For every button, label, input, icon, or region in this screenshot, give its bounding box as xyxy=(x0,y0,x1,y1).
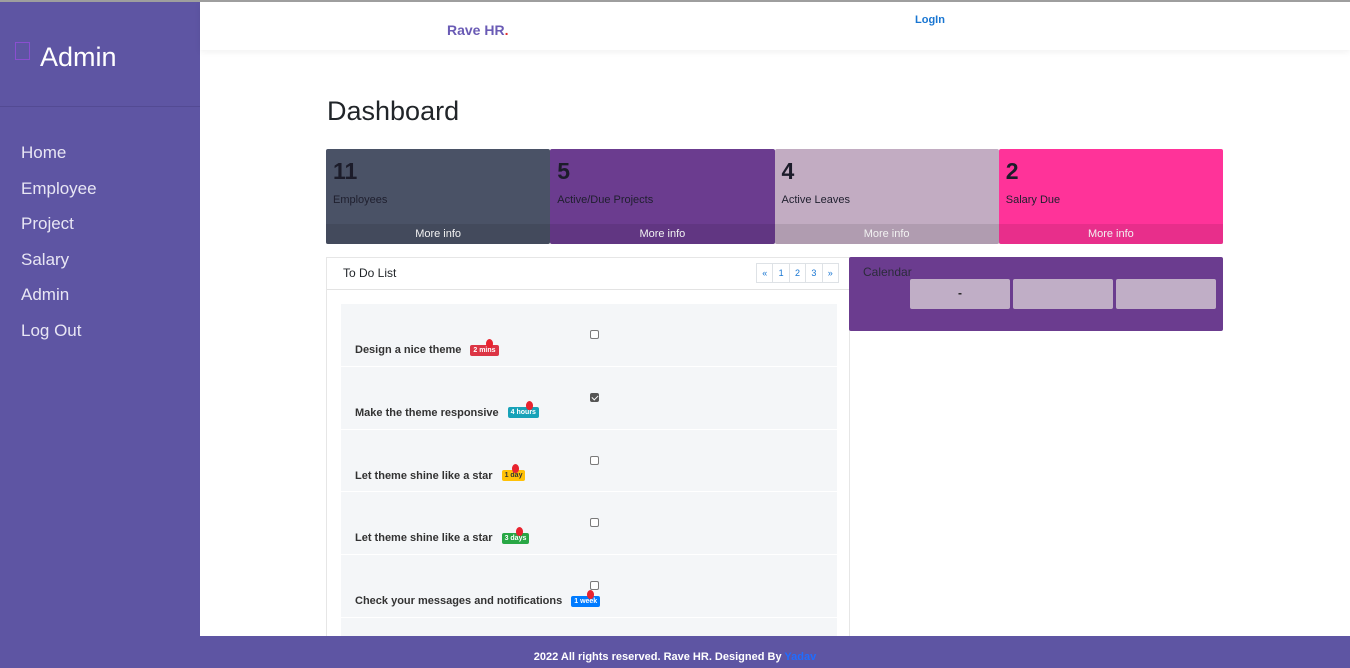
todo-text: Check your messages and notifications 1 w… xyxy=(355,589,601,608)
stat-box-leaves: 4 Active Leaves More info xyxy=(774,149,999,244)
pagination-prev[interactable]: « xyxy=(756,263,774,283)
sidebar-item-project[interactable]: Project xyxy=(0,210,200,246)
more-info-link[interactable]: More info xyxy=(326,224,551,244)
todo-checkbox[interactable] xyxy=(590,518,599,528)
todo-text-label: Make the theme responsive xyxy=(355,406,499,419)
stat-label: Active/Due Projects xyxy=(557,194,654,206)
top-header: Rave HR. LogIn xyxy=(200,2,1350,50)
todo-checkbox[interactable] xyxy=(590,455,599,465)
todo-text-label: Design a nice theme xyxy=(355,344,462,356)
stat-value: 11 xyxy=(333,158,358,184)
badge-label: 3 days xyxy=(504,534,527,542)
todo-item: Design a nice theme 2 mins xyxy=(341,304,837,367)
pagination-page-2[interactable]: 2 xyxy=(788,263,807,283)
todo-text: Let theme shine like a star 3 days xyxy=(355,526,530,545)
todo-header: To Do List « 1 2 3 » xyxy=(327,258,849,290)
pagination-page-1[interactable]: 1 xyxy=(772,263,790,283)
sidebar-item-logout[interactable]: Log Out xyxy=(0,317,200,353)
todo-list: Design a nice theme 2 mins Make the theme… xyxy=(341,304,837,668)
badge-label: 2 mins xyxy=(473,346,496,354)
calendar-button[interactable] xyxy=(1013,279,1113,309)
sidebar: Admin Home Employee Project Salary Admin… xyxy=(0,2,200,636)
pin-icon xyxy=(587,589,595,599)
sidebar-brand: Admin xyxy=(0,2,200,107)
pagination-page-3[interactable]: 3 xyxy=(805,263,823,283)
pagination: « 1 2 3 » xyxy=(756,263,839,283)
dashboard-icon xyxy=(15,42,30,60)
todo-checkbox[interactable] xyxy=(590,392,599,402)
calendar-button[interactable] xyxy=(1116,279,1216,309)
time-badge: 2 mins xyxy=(470,338,499,356)
time-badge: 1 week xyxy=(571,589,601,607)
todo-text-label: Let theme shine like a star xyxy=(355,469,493,482)
header-brand[interactable]: Rave HR. xyxy=(447,22,508,38)
todo-item: Check your messages and notifications 1 w… xyxy=(341,555,837,618)
pin-icon xyxy=(485,338,493,348)
login-link[interactable]: LogIn xyxy=(915,14,945,26)
stat-label: Salary Due xyxy=(1005,194,1061,206)
todo-text: Make the theme responsive 4 hours xyxy=(355,401,539,419)
time-badge: 4 hours xyxy=(507,401,539,419)
sidebar-item-home[interactable]: Home xyxy=(0,139,200,175)
stat-value: 2 xyxy=(1005,158,1019,184)
todo-checkbox[interactable] xyxy=(590,581,599,591)
footer: 2022 All rights reserved. Rave HR. Desig… xyxy=(0,636,1350,668)
todo-text-label: Let theme shine like a star xyxy=(355,532,493,545)
stat-value: 4 xyxy=(781,158,795,184)
sidebar-item-employee[interactable]: Employee xyxy=(0,175,200,211)
todo-text-label: Check your messages and notifications xyxy=(355,595,563,608)
stat-box-salary: 2 Salary Due More info xyxy=(998,149,1223,244)
todo-card: To Do List « 1 2 3 » Design a nice theme… xyxy=(326,257,850,668)
more-info-link[interactable]: More info xyxy=(998,224,1223,244)
top-border-line xyxy=(0,0,1350,2)
todo-item: Let theme shine like a star 3 days xyxy=(341,492,837,556)
stat-box-employees: 11 Employees More info xyxy=(326,149,551,244)
calendar-button[interactable]: - xyxy=(910,279,1010,309)
badge-label: 1 day xyxy=(504,472,523,480)
more-info-link[interactable]: More info xyxy=(550,224,775,244)
stat-value: 5 xyxy=(557,158,571,184)
sidebar-nav: Home Employee Project Salary Admin Log O… xyxy=(0,139,200,353)
page-title: Dashboard xyxy=(327,96,460,126)
todo-text: Let theme shine like a star 1 day xyxy=(355,464,526,482)
header-brand-dot: . xyxy=(504,22,509,38)
time-badge: 1 day xyxy=(501,464,526,482)
badge-label: 4 hours xyxy=(510,409,536,417)
sidebar-item-salary[interactable]: Salary xyxy=(0,246,200,282)
stat-box-projects: 5 Active/Due Projects More info xyxy=(550,149,775,244)
stat-label: Employees xyxy=(333,194,388,206)
todo-item: Let theme shine like a star 1 day xyxy=(341,429,837,493)
header-brand-text: Rave HR xyxy=(447,22,505,38)
todo-item: Make the theme responsive 4 hours xyxy=(341,366,837,430)
todo-checkbox[interactable] xyxy=(590,330,599,339)
todo-text: Design a nice theme 2 mins xyxy=(355,338,499,356)
stat-label: Active Leaves xyxy=(781,194,850,206)
todo-title: To Do List xyxy=(343,266,397,280)
sidebar-title: Admin xyxy=(40,42,117,72)
more-info-link[interactable]: More info xyxy=(774,224,999,244)
stats-row: 11 Employees More info 5 Active/Due Proj… xyxy=(326,149,1223,244)
calendar-title: Calendar xyxy=(863,265,912,279)
time-badge: 3 days xyxy=(501,526,530,544)
sidebar-item-admin[interactable]: Admin xyxy=(0,281,200,317)
footer-designer-link[interactable]: Yadav xyxy=(784,651,816,663)
badge-label: 1 week xyxy=(574,597,598,605)
calendar-card: Calendar - xyxy=(849,257,1223,331)
footer-text: 2022 All rights reserved. Rave HR. Desig… xyxy=(533,651,785,663)
pagination-next[interactable]: » xyxy=(821,263,839,283)
